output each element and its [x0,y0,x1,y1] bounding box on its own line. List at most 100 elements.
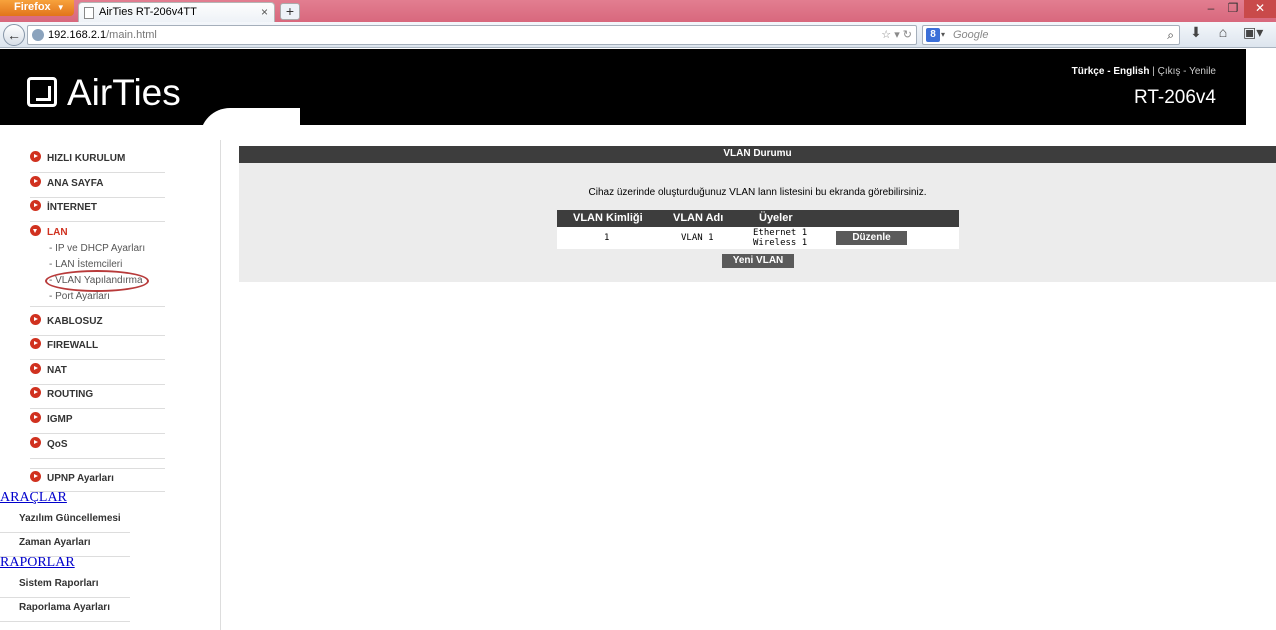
sidebar-item-igmp[interactable]: IGMP [30,410,165,434]
sidebar-sub-port-settings[interactable]: - Port Ayarları [49,291,110,302]
sidebar-item-ana-sayfa[interactable]: ANA SAYFA [30,174,165,198]
download-icon[interactable]: ⬇ [1186,24,1206,41]
globe-icon [32,29,44,41]
sidebar-item-label: HIZLI KURULUM [47,153,126,164]
reload-icon[interactable]: ↻ [903,29,912,41]
sidebar-item-label: NAT [47,365,67,376]
sidebar-item-label: FIREWALL [47,340,99,351]
sidebar-item-label: ANA SAYFA [47,178,104,189]
column-header-id: VLAN Kimliği [573,212,643,224]
highlight-annotation [45,270,149,292]
firefox-menu-label: Firefox [14,1,51,13]
sidebar-item-kablosuz[interactable]: KABLOSUZ [30,312,165,336]
vlan-member-wireless: Wireless 1 [753,238,808,248]
arrow-bullet-icon [30,338,41,349]
vlan-status-panel: Cihaz üzerinde oluşturduğunuz VLAN lann … [239,163,1276,282]
vlan-member-ethernet: Ethernet 1 [753,228,808,238]
tools-section-link[interactable]: ARAÇLAR [0,490,67,506]
router-header: AirTies Türkçe - English | Çıkış - Yenil… [0,49,1246,125]
column-header-name: VLAN Adı [673,212,724,224]
url-path: /main.html [106,29,157,41]
table-row: 1 VLAN 1 Ethernet 1 Wireless 1 Düzenle [557,227,959,249]
arrow-bullet-icon [30,200,41,211]
sidebar-item-upnp[interactable]: UPNP Ayarları [30,468,165,492]
arrow-bullet-icon [30,437,41,448]
tab-airties[interactable]: AirTies RT-206v4TT × [78,2,275,22]
sidebar-item-label: KABLOSUZ [47,316,103,327]
language-bar: Türkçe - English | Çıkış - Yenile [1071,66,1216,77]
airties-logo: AirTies [27,73,181,113]
search-placeholder: Google [953,29,989,41]
dropdown-icon[interactable]: ▾ [894,29,900,41]
new-tab-button[interactable]: + [280,3,300,20]
url-actions: ☆ ▾ ↻ [881,26,912,44]
page-title: VLAN Durumu [239,146,1276,163]
tools-item-software-update[interactable]: Yazılım Güncellemesi [0,509,130,533]
sidebar-item-label: ROUTING [47,389,94,400]
tab-title: AirTies RT-206v4TT [99,6,197,18]
sidebar-sub-lan-clients[interactable]: - LAN İstemcileri [49,259,122,270]
header-curve [200,108,300,138]
vlan-name-cell: VLAN 1 [681,233,714,243]
browser-navbar: ← 192.168.2.1/main.html ☆ ▾ ↻ 8 ▾ Google… [0,22,1276,48]
sidebar-item-qos[interactable]: QoS [30,435,165,459]
arrow-bullet-icon [30,363,41,374]
edit-vlan-button[interactable]: Düzenle [836,231,907,245]
refresh-link[interactable]: Yenile [1189,66,1216,77]
arrow-bullet-icon [30,471,41,482]
sidebar-item-label: UPNP Ayarları [47,473,114,484]
column-header-members: Üyeler [759,212,793,224]
chevron-down-icon: ▼ [56,3,65,12]
menu-icon[interactable]: ▣▾ [1243,24,1263,41]
sidebar-item-hizli-kurulum[interactable]: HIZLI KURULUM [30,149,165,173]
close-window-icon[interactable]: ✕ [1244,0,1276,18]
url-host: 192.168.2.1 [48,29,107,41]
vlan-id-cell: 1 [604,233,610,243]
reports-item-settings[interactable]: Raporlama Ayarları [0,598,130,622]
home-icon[interactable]: ⌂ [1213,24,1233,40]
sidebar-sub-ip-dhcp[interactable]: - IP ve DHCP Ayarları [49,243,145,254]
arrow-bullet-icon [30,387,41,398]
back-arrow-icon[interactable]: ← [3,24,25,46]
search-icon[interactable]: ⌕ [1167,26,1174,44]
minimize-icon[interactable]: – [1200,0,1222,18]
sidebar-item-firewall[interactable]: FIREWALL [30,336,165,360]
reports-section-link[interactable]: RAPORLAR [0,555,75,571]
sidebar-item-label: IGMP [47,414,73,425]
separator: | [1152,66,1155,77]
sidebar-item-nat[interactable]: NAT [30,361,165,385]
google-icon[interactable]: 8 [926,28,940,42]
tools-item-time-settings[interactable]: Zaman Ayarları [0,533,130,557]
search-engine-dropdown-icon[interactable]: ▾ [941,26,945,44]
logo-text: AirTies [67,72,181,113]
arrow-bullet-icon [30,176,41,187]
model-name: RT-206v4 [1133,87,1216,108]
sidebar-item-label: İNTERNET [47,202,97,213]
lang-turkish-link[interactable]: Türkçe [1072,66,1105,77]
maximize-icon[interactable]: ❐ [1222,0,1244,18]
page-icon [84,7,94,19]
info-text: Cihaz üzerinde oluşturduğunuz VLAN lann … [588,187,927,198]
logout-link[interactable]: Çıkış [1158,66,1181,77]
arrow-bullet-icon [30,314,41,325]
reports-item-system[interactable]: Sistem Raporları [0,574,130,598]
table-header: VLAN Kimliği VLAN Adı Üyeler [557,210,959,227]
url-bar[interactable]: 192.168.2.1/main.html ☆ ▾ ↻ [27,25,917,45]
airties-logo-icon [27,77,57,107]
firefox-menu-button[interactable]: Firefox ▼ [0,0,74,16]
arrow-bullet-icon [30,412,41,423]
sidebar-item-label: LAN [47,227,68,238]
search-bar[interactable]: 8 ▾ Google ⌕ [922,25,1180,45]
bookmark-star-icon[interactable]: ☆ [881,29,891,41]
browser-titlebar: Firefox ▼ AirTies RT-206v4TT × + – ❐ ✕ [0,0,1276,22]
sidebar-item-label: QoS [47,439,68,450]
sidebar-item-internet[interactable]: İNTERNET [30,198,165,222]
sidebar-item-routing[interactable]: ROUTING [30,385,165,409]
vlan-table: VLAN Kimliği VLAN Adı Üyeler 1 VLAN 1 Et… [557,210,959,249]
close-tab-icon[interactable]: × [261,3,268,21]
new-vlan-button[interactable]: Yeni VLAN [722,254,794,268]
divider [30,306,165,307]
arrow-down-bullet-icon [30,225,41,236]
lang-english-link[interactable]: English [1113,66,1149,77]
arrow-bullet-icon [30,151,41,162]
